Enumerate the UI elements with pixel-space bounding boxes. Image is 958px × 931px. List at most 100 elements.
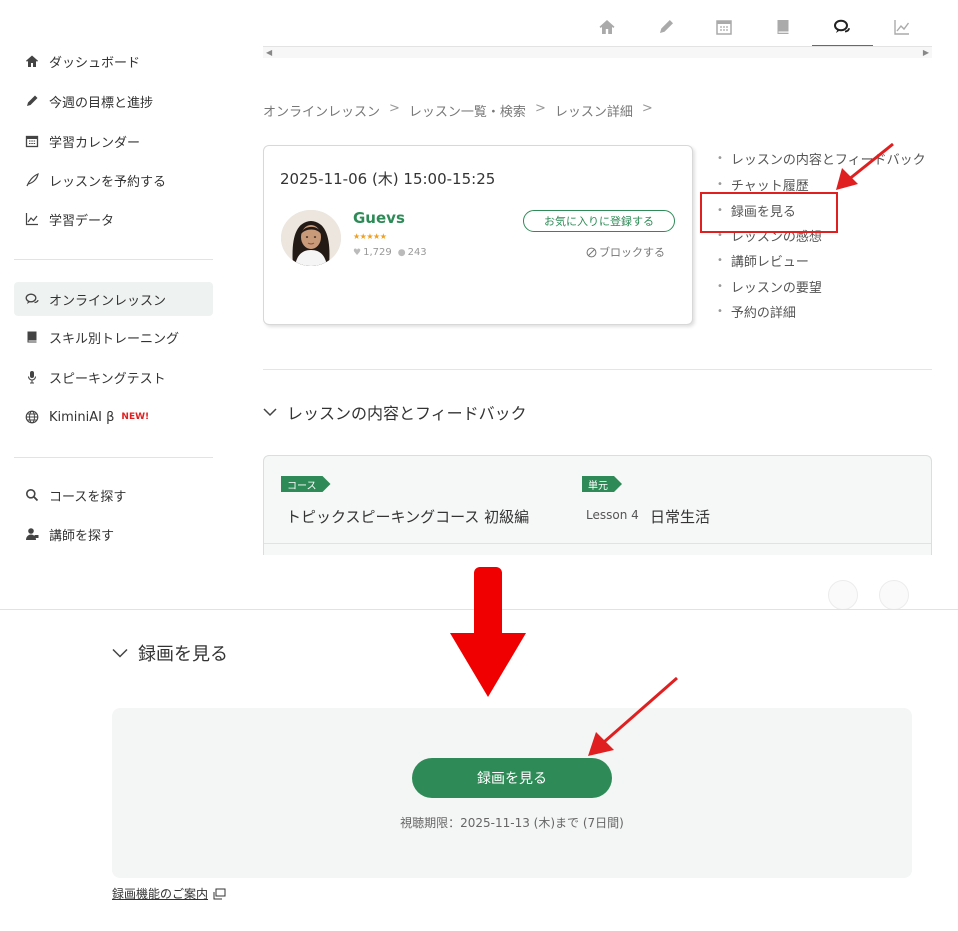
sidebar-divider: [14, 457, 213, 458]
course-name: トピックスピーキングコース 初級編: [286, 508, 530, 526]
sidebar-item-online-lesson[interactable]: オンラインレッスン: [14, 282, 213, 316]
quill-icon: [25, 173, 39, 187]
sidebar-item-weekly-goals[interactable]: 今週の目標と進捗: [14, 84, 213, 118]
rating-stars: ★★★★★: [353, 232, 387, 241]
annotation-highlight-box: [700, 192, 838, 233]
unit-tag: 単元: [582, 476, 622, 492]
topnav-calendar-icon[interactable]: [713, 16, 735, 38]
sidebar-item-label: 学習カレンダー: [49, 135, 141, 151]
topnav-pencil-icon[interactable]: [655, 16, 677, 38]
chevron-down-icon: [112, 648, 128, 658]
sidebar-item-book-lesson[interactable]: レッスンを予約する: [14, 163, 213, 197]
sidebar-item-label: 今週の目標と進捗: [49, 95, 154, 111]
home-icon: [25, 54, 39, 68]
calendar-icon: [25, 134, 39, 148]
horizontal-scrollbar[interactable]: ◀ ▶: [263, 46, 932, 58]
book-icon: [25, 330, 39, 344]
microphone-icon: [25, 370, 39, 384]
anchor-label: 講師レビュー: [730, 255, 809, 270]
anchor-label: 予約の詳細: [730, 306, 796, 321]
sidebar-item-calendar[interactable]: 学習カレンダー: [14, 124, 213, 158]
guide-label: 録画機能のご案内: [112, 887, 209, 901]
bullet: •: [717, 255, 723, 266]
sidebar-item-label: 講師を探す: [49, 528, 115, 544]
globe-icon: [25, 410, 39, 424]
sidebar-item-label: KiminiAI β: [49, 409, 115, 425]
block-teacher-link[interactable]: ブロックする: [586, 244, 665, 260]
pencil-icon: [25, 94, 39, 108]
anchor-reservation-details[interactable]: • 予約の詳細: [717, 302, 796, 321]
sidebar: ダッシュボード 今週の目標と進捗 学習カレンダー レッスンを予約する 学習データ…: [0, 0, 230, 560]
recording-section-heading[interactable]: 録画を見る: [112, 640, 228, 666]
sidebar-item-label: スキル別トレーニング: [49, 331, 180, 347]
sidebar-item-label: ダッシュボード: [49, 55, 141, 71]
external-link-icon: [213, 888, 226, 899]
lesson-number: Lesson 4: [586, 508, 639, 522]
ghost-circle: [828, 580, 858, 610]
sidebar-item-dashboard[interactable]: ダッシュボード: [14, 44, 213, 78]
sidebar-item-speaking-test[interactable]: スピーキングテスト: [14, 360, 213, 394]
comments-count: 243: [407, 247, 427, 258]
lesson-title: 日常生活: [650, 508, 711, 526]
teacher-stats: ♥ 1,729 ● 243: [353, 247, 427, 258]
block-icon: [586, 247, 597, 257]
anchor-label: レッスンの内容とフィードバック: [730, 153, 926, 168]
breadcrumb-item[interactable]: レッスン一覧・検索: [409, 101, 526, 120]
bullet: •: [717, 153, 723, 164]
ghost-circle: [879, 580, 909, 610]
feedback-section-heading[interactable]: レッスンの内容とフィードバック: [263, 400, 527, 424]
anchor-lesson-requests[interactable]: • レッスンの要望: [717, 277, 822, 296]
breadcrumb-item[interactable]: レッスン詳細: [555, 101, 633, 120]
section-title: 録画を見る: [138, 644, 228, 665]
sidebar-item-skill-training[interactable]: スキル別トレーニング: [14, 320, 213, 354]
recording-guide-link[interactable]: 録画機能のご案内: [112, 885, 226, 902]
likes-count: 1,729: [363, 247, 392, 258]
chevron-down-icon: [263, 407, 277, 417]
new-badge: NEW!: [121, 412, 150, 422]
anchor-lesson-feedback[interactable]: • レッスンの内容とフィードバック: [717, 149, 926, 168]
topnav-chat-bubbles-icon[interactable]: [831, 16, 853, 38]
big-down-arrow-icon: [450, 567, 526, 697]
topnav-book-icon[interactable]: [772, 16, 794, 38]
sidebar-item-label: オンラインレッスン: [49, 293, 167, 309]
heart-icon: ♥: [353, 247, 362, 258]
line-chart-icon: [25, 212, 39, 226]
lesson-datetime: 2025-11-06 (木) 15:00-15:25: [280, 170, 496, 188]
bullet: •: [717, 306, 723, 317]
sidebar-item-find-course[interactable]: コースを探す: [14, 478, 213, 512]
recording-expiry: 視聴期限：2025-11-13 (木)まで (7日間): [400, 816, 624, 830]
watch-recording-button[interactable]: 録画を見る: [412, 758, 612, 798]
favorite-button[interactable]: お気に入りに登録する: [523, 210, 675, 232]
lesson-card: 2025-11-06 (木) 15:00-15:25 Guevs ★★★★★ ♥…: [263, 145, 693, 325]
block-label: ブロックする: [599, 246, 665, 259]
breadcrumb: オンラインレッスン > レッスン一覧・検索 > レッスン詳細 >: [263, 101, 662, 120]
scroll-right-icon[interactable]: ▶: [923, 48, 929, 57]
sidebar-item-kiminiai[interactable]: KiminiAI β NEW!: [14, 400, 213, 434]
course-box-divider: [264, 543, 931, 544]
sidebar-divider: [14, 259, 213, 260]
topnav-line-chart-icon[interactable]: [891, 16, 913, 38]
sidebar-item-label: レッスンを予約する: [49, 174, 167, 190]
course-tag: コース: [281, 476, 331, 492]
comment-icon: ●: [397, 247, 406, 258]
sidebar-item-label: コースを探す: [49, 489, 127, 505]
search-icon: [25, 488, 39, 502]
anchor-label: レッスンの要望: [730, 281, 822, 296]
sidebar-item-learning-data[interactable]: 学習データ: [14, 202, 213, 236]
recording-box: 録画を見る 視聴期限：2025-11-13 (木)まで (7日間): [112, 708, 912, 878]
scroll-left-icon[interactable]: ◀: [266, 48, 272, 57]
chat-bubbles-icon: [25, 292, 39, 306]
teacher-icon: [25, 527, 39, 541]
sidebar-item-label: スピーキングテスト: [49, 371, 166, 387]
bullet: •: [717, 179, 723, 190]
breadcrumb-separator: >: [534, 101, 546, 116]
sidebar-item-find-teacher[interactable]: 講師を探す: [14, 517, 213, 551]
breadcrumb-item[interactable]: オンラインレッスン: [263, 101, 380, 120]
topnav-home-icon[interactable]: [596, 16, 618, 38]
teacher-name[interactable]: Guevs: [353, 209, 405, 227]
sidebar-item-label: 学習データ: [49, 213, 115, 229]
teacher-avatar[interactable]: [281, 210, 341, 266]
section-title: レッスンの内容とフィードバック: [287, 404, 527, 423]
section-divider: [263, 369, 932, 370]
anchor-teacher-review[interactable]: • 講師レビュー: [717, 251, 809, 270]
